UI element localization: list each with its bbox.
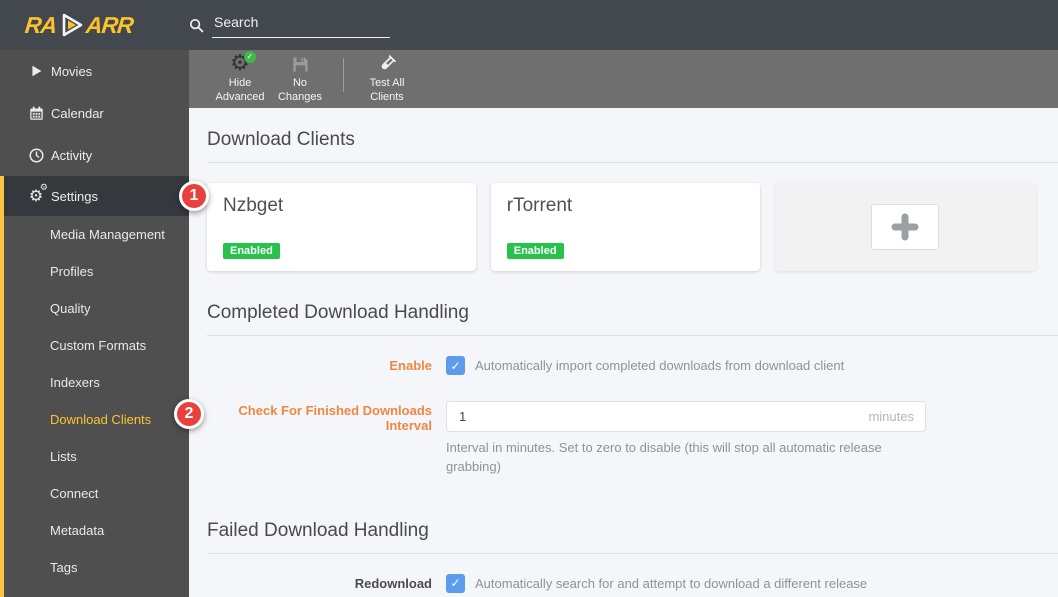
failed-download-handling-heading: Failed Download Handling [207, 520, 1058, 554]
sidebar: Movies Calendar [0, 50, 189, 597]
sidebar-item-quality[interactable]: Quality [4, 290, 189, 327]
toolbar-separator [343, 58, 344, 92]
sidebar-item-download-clients[interactable]: Download Clients [4, 401, 189, 438]
sidebar-item-activity[interactable]: Activity [0, 134, 189, 176]
sidebar-item-label: Settings [51, 189, 98, 204]
sidebar-item-media-management[interactable]: Media Management [4, 216, 189, 253]
status-badge: Enabled [223, 243, 280, 259]
sidebar-item-settings[interactable]: ⚙ ⚙ Settings [4, 176, 189, 216]
check-icon: ✓ [244, 51, 256, 63]
redownload-row: Redownload ✓ Automatically search for an… [207, 574, 1058, 593]
add-client-button[interactable] [871, 204, 939, 250]
redownload-label: Redownload [207, 574, 432, 591]
advanced-gear-icon: ⚙ ✓ [230, 53, 250, 75]
sidebar-item-label: Movies [51, 64, 92, 79]
interval-input[interactable] [446, 401, 926, 432]
sidebar-item-tags[interactable]: Tags [4, 549, 189, 586]
logo-text-right: ARR [85, 12, 135, 39]
sidebar-item-label: Activity [51, 148, 92, 163]
callout-badge-1: 1 [179, 181, 209, 211]
plus-icon [890, 212, 920, 242]
play-icon [28, 64, 44, 78]
sidebar-item-profiles[interactable]: Profiles [4, 253, 189, 290]
download-client-cards: Nzbget Enabled rTorrent Enabled [207, 183, 1036, 271]
main-column: ⚙ ✓ Hide Advanced No Changes [189, 50, 1058, 597]
sidebar-item-label: Calendar [51, 106, 104, 121]
client-card-nzbget[interactable]: Nzbget Enabled [207, 183, 476, 271]
radarr-app: RA ARR Movies [0, 0, 1058, 597]
sidebar-item-connect[interactable]: Connect [4, 475, 189, 512]
settings-group: ⚙ ⚙ Settings Media Management Profiles Q… [0, 176, 189, 597]
enable-checkbox[interactable]: ✓ [446, 356, 465, 375]
toolbar: ⚙ ✓ Hide Advanced No Changes [189, 50, 1058, 108]
sidebar-item-calendar[interactable]: Calendar [0, 92, 189, 134]
settings-content: Download Clients Nzbget Enabled rTorrent… [189, 108, 1058, 597]
test-all-clients-button[interactable]: Test All Clients [357, 53, 417, 105]
redownload-checkbox[interactable]: ✓ [446, 574, 465, 593]
client-card-rtorrent[interactable]: rTorrent Enabled [491, 183, 760, 271]
logo-area: RA ARR [0, 11, 189, 39]
search-input[interactable] [212, 12, 390, 38]
play-triangle-icon [57, 11, 85, 39]
sidebar-item-movies[interactable]: Movies [0, 50, 189, 92]
enable-row: Enable ✓ Automatically import completed … [207, 356, 1058, 375]
calendar-icon [28, 106, 44, 121]
interval-unit: minutes [868, 409, 914, 424]
no-changes-button[interactable]: No Changes [270, 53, 330, 105]
interval-row: Check For Finished Downloads Interval mi… [207, 401, 1058, 477]
callout-badge-2: 2 [174, 399, 204, 429]
radarr-logo[interactable]: RA ARR [25, 11, 133, 39]
download-clients-heading: Download Clients [207, 129, 1058, 163]
redownload-description: Automatically search for and attempt to … [475, 576, 867, 591]
enable-description: Automatically import completed downloads… [475, 358, 844, 373]
interval-help-text: Interval in minutes. Set to zero to disa… [446, 439, 926, 477]
interval-label: Check For Finished Downloads Interval [207, 401, 432, 433]
sidebar-item-custom-formats[interactable]: Custom Formats [4, 327, 189, 364]
add-client-card[interactable] [775, 183, 1037, 271]
client-name: rTorrent [507, 195, 744, 217]
hide-advanced-button[interactable]: ⚙ ✓ Hide Advanced [210, 53, 270, 105]
gears-icon: ⚙ ⚙ [28, 188, 44, 204]
logo-text-left: RA [24, 12, 58, 39]
status-badge: Enabled [507, 243, 564, 259]
search-icon [189, 18, 204, 33]
sidebar-item-metadata[interactable]: Metadata [4, 512, 189, 549]
clock-icon [28, 148, 44, 163]
sidebar-item-indexers[interactable]: Indexers [4, 364, 189, 401]
test-vial-icon [377, 53, 397, 75]
client-name: Nzbget [223, 195, 460, 217]
enable-label: Enable [207, 356, 432, 373]
topbar: RA ARR [0, 0, 1058, 50]
completed-download-handling-heading: Completed Download Handling [207, 302, 1058, 336]
search [189, 12, 390, 38]
save-floppy-icon [291, 53, 310, 75]
sidebar-item-lists[interactable]: Lists [4, 438, 189, 475]
